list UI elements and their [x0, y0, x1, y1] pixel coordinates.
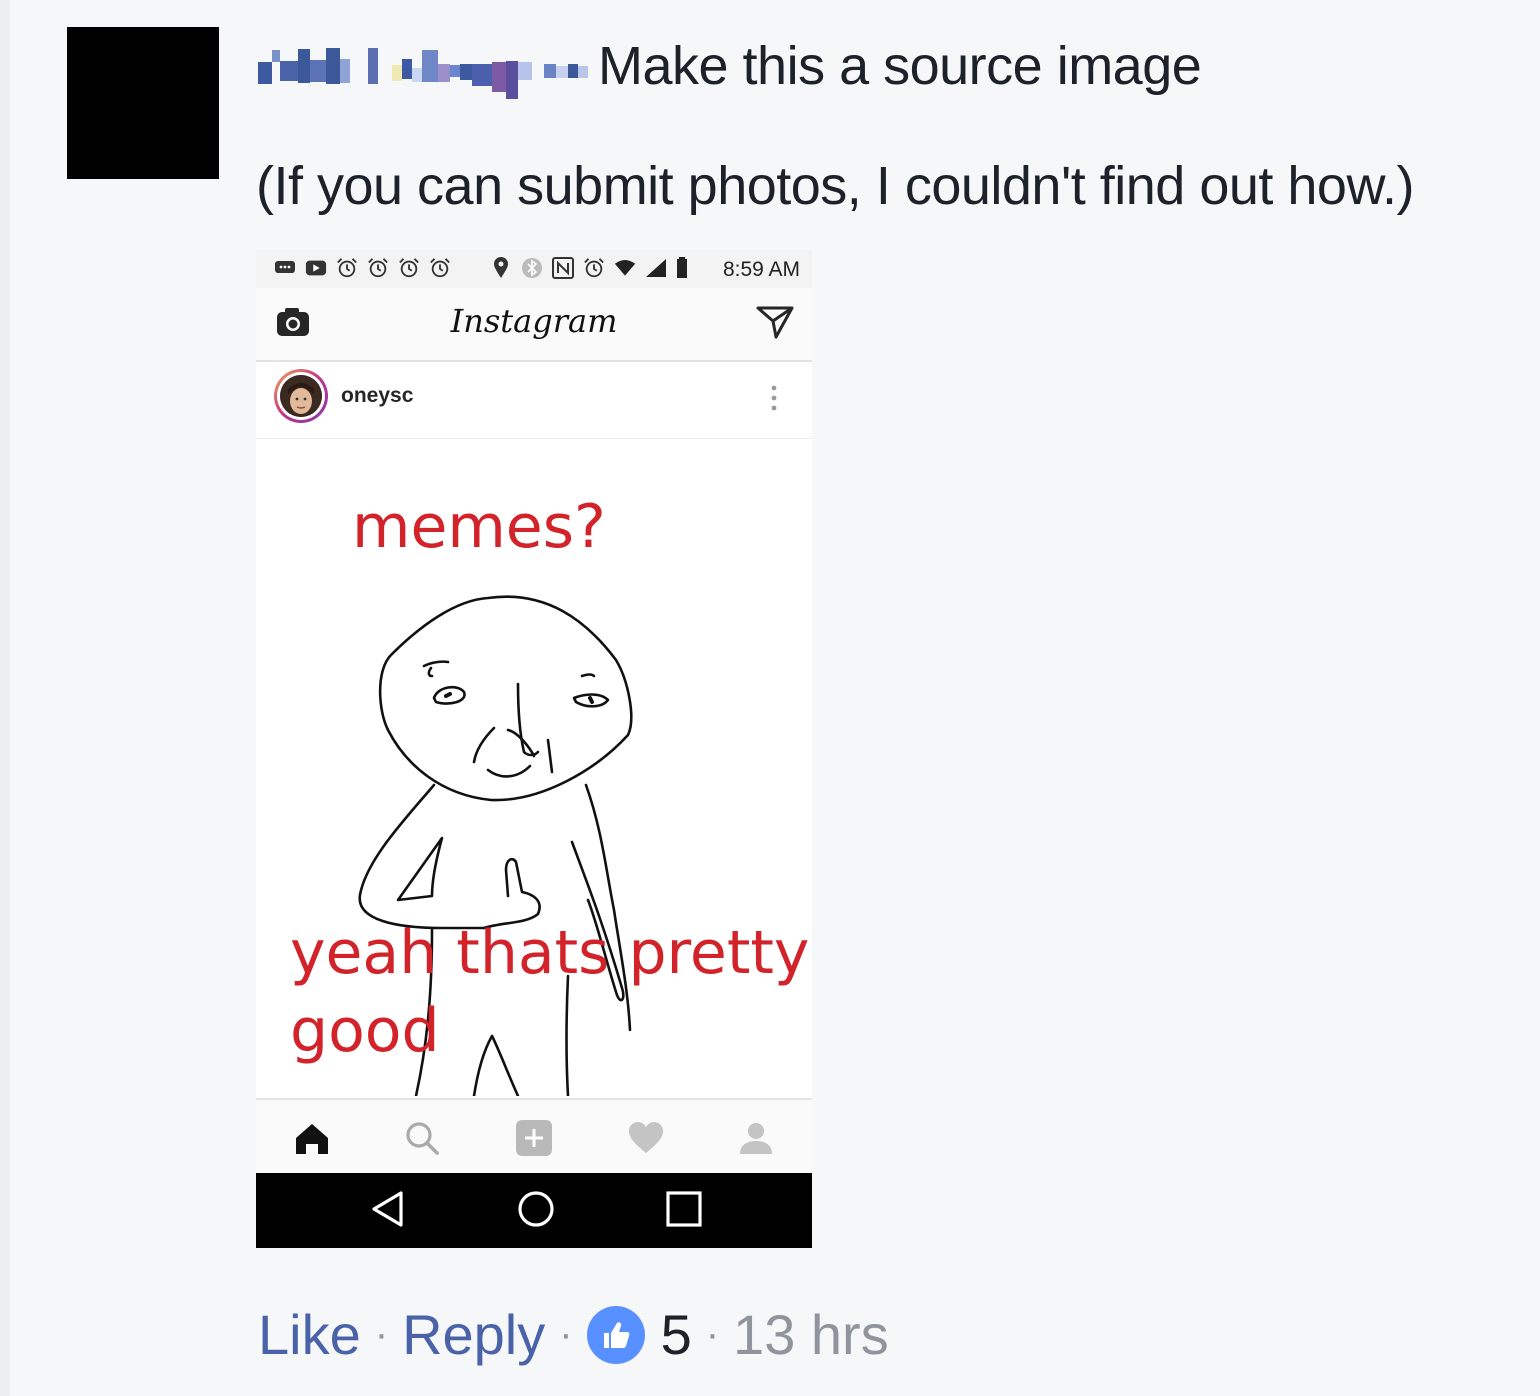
attached-screenshot[interactable]: 8:59 AM Instagram oneysc memes? yeah tha…	[256, 250, 812, 1248]
battery-icon	[676, 257, 688, 279]
bluetooth-icon	[521, 257, 543, 279]
direct-message-icon[interactable]	[756, 305, 794, 344]
android-status-bar: 8:59 AM	[256, 250, 812, 288]
alarm-icon	[336, 257, 358, 279]
like-count[interactable]: 5	[661, 1302, 692, 1367]
redacted-author-name[interactable]	[258, 30, 588, 102]
comment-timestamp[interactable]: 13 hrs	[733, 1302, 889, 1367]
android-navigation-bar	[256, 1173, 812, 1248]
home-icon[interactable]	[292, 1118, 332, 1158]
search-icon[interactable]	[402, 1118, 442, 1158]
page-left-rule	[0, 0, 10, 1396]
like-link[interactable]: Like	[258, 1302, 361, 1367]
reply-link[interactable]: Reply	[402, 1302, 545, 1367]
meme-caption-bottom-1: yeah thats pretty	[290, 918, 810, 988]
home-circle-icon[interactable]	[514, 1187, 558, 1236]
comment-actions: Like · Reply · 5 · 13 hrs	[258, 1302, 889, 1367]
profile-icon[interactable]	[736, 1118, 776, 1158]
meme-caption-bottom-2: good	[290, 996, 440, 1066]
separator-dot: ·	[705, 1312, 720, 1356]
post-username[interactable]: oneysc	[341, 384, 413, 408]
like-reaction-icon[interactable]	[586, 1305, 645, 1364]
comment-header: Make this a source image	[258, 30, 1202, 102]
post-header: oneysc	[256, 362, 812, 439]
message-icon	[274, 257, 296, 279]
alarm-icon	[398, 257, 420, 279]
add-post-icon[interactable]	[514, 1118, 554, 1158]
meme-caption-top: memes?	[352, 492, 606, 562]
comment-text-line2: (If you can submit photos, I couldn't fi…	[256, 156, 1414, 216]
clock-icon	[583, 257, 605, 279]
location-icon	[490, 257, 512, 279]
signal-icon	[645, 257, 667, 279]
separator-dot: ·	[374, 1312, 389, 1356]
nfc-icon	[552, 257, 574, 279]
separator-dot: ·	[559, 1312, 573, 1356]
post-image[interactable]: memes? yeah thats pretty good	[256, 440, 812, 1096]
alarm-icon	[429, 257, 451, 279]
instagram-bottom-nav	[256, 1098, 812, 1174]
app-title: Instagram	[450, 302, 618, 340]
comment-text-line1: Make this a source image	[598, 36, 1202, 96]
wifi-icon	[614, 257, 636, 279]
back-icon[interactable]	[368, 1187, 408, 1236]
status-icons	[274, 257, 688, 279]
commenter-avatar[interactable]	[67, 27, 219, 179]
post-author-avatar[interactable]	[274, 369, 328, 423]
heart-icon[interactable]	[626, 1118, 666, 1158]
alarm-icon	[367, 257, 389, 279]
instagram-header: Instagram	[256, 288, 812, 362]
status-time: 8:59 AM	[722, 258, 800, 281]
youtube-icon	[305, 257, 327, 279]
recents-icon[interactable]	[662, 1187, 706, 1236]
more-options-icon[interactable]	[764, 382, 784, 416]
